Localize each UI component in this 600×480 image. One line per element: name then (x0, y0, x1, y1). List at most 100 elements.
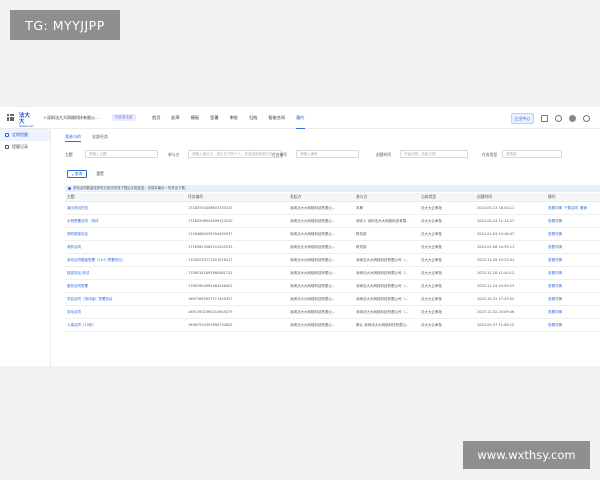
cell-date: 2024-01-04 14:16:47 (477, 232, 515, 236)
row-action-link[interactable]: 查看详情 (548, 219, 562, 223)
nav-item-smart-contract[interactable]: 智能合同 (268, 107, 285, 129)
cell-date: 2023-09-27 11:08:15 (477, 323, 515, 327)
row-action-link[interactable]: 查看详情 (548, 206, 562, 210)
nav-item-template[interactable]: 模板 (191, 107, 199, 129)
cell-participant: 深圳法大大网络科技有限公司（... (356, 296, 409, 301)
cell-actions: 查看详情 (546, 258, 600, 263)
cell-date: 2023-10-31 17:43:52 (477, 297, 515, 301)
row-action-link[interactable]: 查看详情 (548, 323, 562, 327)
row-action-link[interactable]: 查看详情 (548, 297, 562, 301)
table-row[interactable]: 演示测试任务 17183534438607433247 深圳法大大网络科技有限公..… (65, 202, 600, 215)
sidebar-item-reminder-log[interactable]: 提醒记录 (0, 141, 50, 153)
cell-task-id: 17182508924499123010 (188, 219, 233, 223)
row-action-link[interactable]: 查看详情 (548, 232, 562, 236)
nav-item-archive[interactable]: 归档 (249, 107, 257, 129)
table-row[interactable]: 服务合同签署 17067654595484246402 深圳法大大网络科技有限公..… (65, 280, 600, 293)
cell-subject[interactable]: 项目合同（测评版）签署协议 (65, 297, 186, 302)
table-row[interactable]: 人事合同（10份） 16567534397890734803 深圳法大大网络科技有限… (65, 319, 600, 332)
cell-date: 2024-05-24 11:14:27 (477, 219, 515, 223)
logo-text: 法大大 (19, 113, 31, 125)
date-range-picker[interactable]: 开始日期 - 结束日期 (400, 150, 468, 158)
table-header: 主题 任务编号 发起方 参与方 当前类型 创建时间 操作 (65, 193, 600, 202)
cell-type: 法大大云审批 (421, 218, 442, 223)
cell-task-id: 17165623563112103233 (188, 245, 233, 249)
row-action-link[interactable]: 查看详情 (548, 310, 562, 314)
cell-participant: 测评人 深圳法大大网络科技有限... (356, 218, 410, 223)
nav-item-draft[interactable]: 起草 (171, 107, 179, 129)
help-icon[interactable] (555, 115, 562, 122)
table-row[interactable]: 采购合同 17165623563112103233 深圳法大大网络科技有限公... 财… (65, 241, 600, 254)
cell-participant: 财务部 (356, 231, 367, 236)
cell-task-id: 17164884539304430937 (188, 232, 233, 236)
table-row[interactable]: 项目合同（测评版）签署协议 16971655937717449327 深圳法大大网络… (65, 293, 600, 306)
cell-initiator: 深圳法大大网络科技有限公... (290, 257, 336, 262)
cell-subject[interactable]: 人事合同（10份） (65, 323, 186, 328)
cell-task-id: 16913502360214905279 (188, 310, 233, 314)
participant-label: 参与方 (168, 152, 180, 157)
cell-subject[interactable]: 采购框架协议 (65, 232, 186, 237)
notification-icon[interactable] (541, 115, 548, 122)
cell-participant: 默认 深圳法大大网络科技有限公... (356, 322, 410, 327)
cell-subject[interactable]: 服务合同签署 (65, 284, 186, 289)
row-action-link[interactable]: 撤销 (580, 206, 587, 210)
cell-participant: 深圳法大大网络科技有限公司（... (356, 309, 409, 314)
nav-item-fulfillment[interactable]: 履约 (296, 107, 305, 129)
nav-item-sign[interactable]: 签署 (210, 107, 218, 129)
row-action-link[interactable]: 查看详情 (548, 245, 562, 249)
list-icon (5, 145, 9, 149)
row-action-link[interactable]: 查看详情 (548, 258, 562, 262)
notice-text: 多份合同数量较多时分批次完成下载后才能发送，仅保存最近一份导出下载。 (73, 186, 189, 190)
user-menu-icon[interactable] (583, 115, 590, 122)
cell-actions: 查看详情 (546, 245, 600, 250)
main-nav: 首页 起草 模板 签署 审批 归档 智能合同 履约 (152, 107, 316, 129)
reset-button[interactable]: 重置 (92, 170, 108, 178)
task-no-label: 任务编号 (272, 152, 288, 157)
row-action-link[interactable]: 查看详情 (548, 271, 562, 275)
tab-my-tasks[interactable]: 我参与的 (65, 132, 81, 142)
cell-initiator: 深圳法大大网络科技有限公... (290, 270, 336, 275)
table-row[interactable]: 示例签署合同 · 测评 17182508924499123010 深圳法大大网络科技… (65, 215, 600, 228)
cell-subject[interactable]: 劳动合同 (65, 310, 186, 315)
sidebar-item-reminders[interactable]: 定期提醒 (0, 129, 50, 141)
cell-subject[interactable]: 劳动合同模板签署（10人·签署协议） (65, 258, 186, 263)
task-no-input[interactable]: 请输入编号 (296, 150, 359, 158)
query-button[interactable]: ⌕ 查询 (67, 170, 87, 178)
cell-actions: 查看详情 (546, 297, 600, 302)
company-switcher[interactable]: ＋深圳法大大网络科技有限公... (43, 115, 99, 121)
cell-participant: 深圳法大大网络科技有限公司（... (356, 257, 409, 262)
cell-type: 法大大云审批 (421, 296, 442, 301)
sidebar: 定期提醒 提醒记录 (0, 129, 51, 366)
nav-item-home[interactable]: 首页 (152, 107, 160, 129)
table-row[interactable]: 采购框架协议 17164884539304430937 深圳法大大网络科技有限公..… (65, 228, 600, 241)
cell-task-id: 16971655937717449327 (188, 297, 233, 301)
search-icon: ⌕ (71, 171, 74, 177)
tab-all-tasks[interactable]: 全部任务 (92, 132, 108, 142)
app-grid-icon[interactable] (7, 114, 14, 121)
nav-item-approval[interactable]: 审批 (230, 107, 238, 129)
cell-subject[interactable]: 演示测试任务 (65, 206, 186, 211)
brand-logo[interactable]: 法大大 fadada.com (19, 113, 35, 128)
subject-input[interactable]: 请输入主题 (85, 150, 158, 158)
cell-initiator: 深圳法大大网络科技有限公... (290, 309, 336, 314)
type-select[interactable]: 请选择 (502, 150, 562, 158)
row-action-link[interactable]: 查看详情 (548, 284, 562, 288)
table-row[interactable]: 劳动合同 16913502360214905279 深圳法大大网络科技有限公... 深… (65, 306, 600, 319)
table-row[interactable]: 保密协议-测试 17063141693560481132 深圳法大大网络科技有限公.… (65, 267, 600, 280)
cell-date: 2023-11-24 10:50:23 (477, 284, 515, 288)
cell-type: 法大大云审批 (421, 205, 442, 210)
cell-subject[interactable]: 示例签署合同 · 测评 (65, 219, 186, 224)
participant-input[interactable]: 请输入相对方，或企业下的个人，多选或选择参与方 (188, 150, 282, 158)
date-start: 开始日期 (404, 152, 418, 156)
clock-icon (5, 133, 9, 137)
row-action-link[interactable]: 下载合同 (564, 206, 578, 210)
cell-task-id: 17063141693560481132 (188, 271, 233, 275)
table-row[interactable]: 劳动合同模板签署（10人·签署协议） 17050233771921076417 深圳… (65, 254, 600, 267)
cell-subject[interactable]: 保密协议-测试 (65, 271, 186, 276)
cell-subject[interactable]: 采购合同 (65, 245, 186, 250)
cell-date: 2024-05-13 18:04:11 (477, 206, 515, 210)
cell-date: 2023-11-28 11:40:12 (477, 271, 515, 275)
date-end: 结束日期 (421, 152, 436, 156)
enterprise-center-button[interactable]: 企业中心 (510, 113, 534, 124)
query-button-label: 查询 (74, 171, 83, 176)
avatar[interactable] (569, 115, 576, 122)
